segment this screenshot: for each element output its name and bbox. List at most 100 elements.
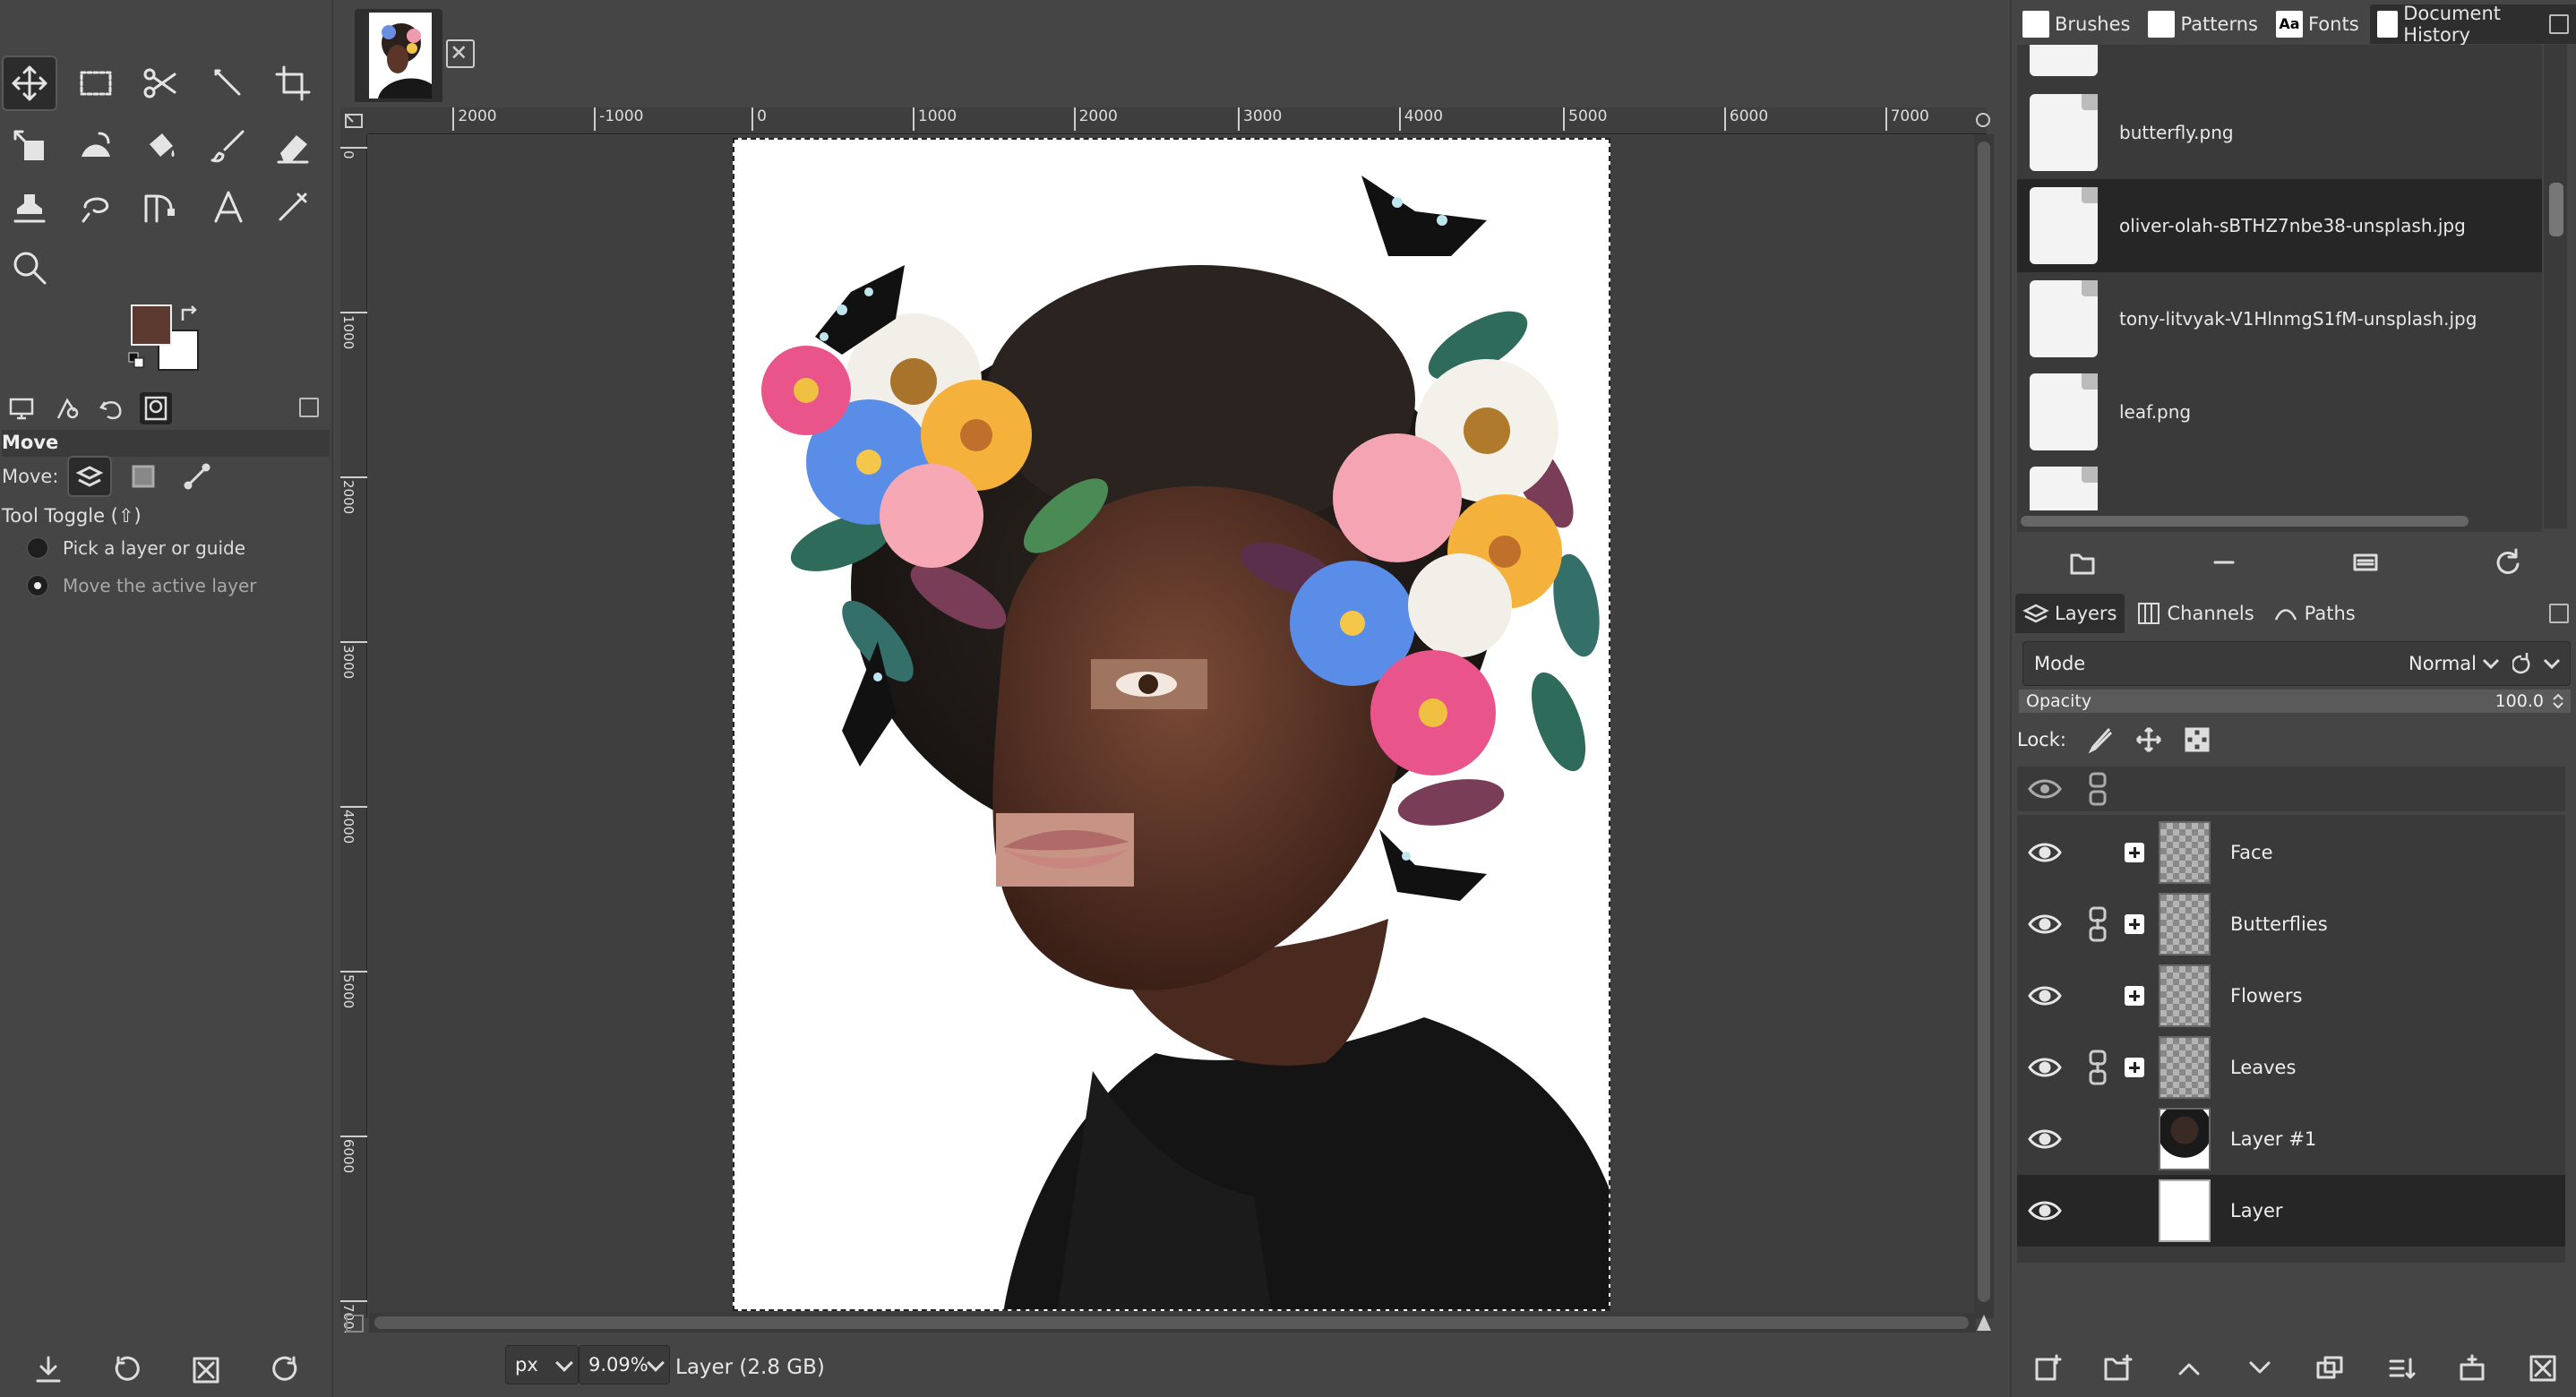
restore-options-icon[interactable]	[111, 1354, 143, 1386]
image-canvas[interactable]	[733, 138, 1610, 1311]
vertical-scrollbar[interactable]	[1974, 134, 1994, 1318]
fuzzy-select-tool-button[interactable]	[201, 56, 256, 111]
layer-mode-select[interactable]: Mode Normal	[2022, 641, 2571, 686]
open-image-icon[interactable]	[2066, 546, 2099, 579]
tab-tool-options[interactable]	[5, 392, 38, 424]
horizontal-ruler[interactable]: 2000 -1000 0 1000 2000 3000 4000 5000 6000 7000	[367, 107, 1987, 134]
vertical-scroll-thumb[interactable]	[1978, 141, 1990, 1302]
new-layer-icon[interactable]	[2031, 1352, 2064, 1384]
layer-mask-icon[interactable]	[2456, 1352, 2488, 1384]
horizontal-scroll-thumb[interactable]	[374, 1316, 1969, 1329]
layer-name[interactable]: Butterflies	[2230, 913, 2328, 935]
duplicate-layer-icon[interactable]	[2314, 1352, 2347, 1384]
move-selection-mode-button[interactable]	[121, 456, 166, 497]
layers-dock-menu-button[interactable]	[2549, 604, 2569, 623]
quick-mask-toggle[interactable]	[346, 1315, 364, 1333]
composite-mode-icon[interactable]	[2512, 649, 2566, 678]
zoom-tool-button[interactable]	[2, 240, 57, 296]
expand-group-icon[interactable]	[2125, 843, 2144, 862]
radio-move-active-layer[interactable]: Move the active layer	[27, 575, 257, 596]
layer-name[interactable]: Flowers	[2230, 985, 2302, 1007]
layer-name[interactable]: Layer #1	[2230, 1128, 2316, 1150]
zoom-fit-icon[interactable]	[1974, 111, 1994, 131]
paintbrush-tool-button[interactable]	[201, 118, 256, 174]
layer-name[interactable]: Leaves	[2230, 1057, 2296, 1078]
ruler-corner-button[interactable]	[340, 107, 367, 134]
eye-icon[interactable]	[2026, 977, 2064, 1015]
rect-select-tool-button[interactable]	[68, 56, 124, 111]
navigate-icon[interactable]	[1974, 1313, 1994, 1333]
list-item[interactable]: oliver-olah-sBTHZ7nbe38-unsplash.jpg	[2017, 179, 2542, 272]
radio-move-active-layer-dot[interactable]	[27, 575, 48, 596]
list-item[interactable]: leaf.png	[2017, 365, 2542, 459]
tab-paths[interactable]: Paths	[2265, 594, 2363, 633]
radio-pick-layer[interactable]: Pick a layer or guide	[27, 537, 245, 559]
layer-row[interactable]: Layer	[2017, 1175, 2565, 1247]
opacity-slider[interactable]: Opacity 100.0	[2019, 690, 2571, 713]
delete-options-icon[interactable]	[190, 1354, 222, 1386]
layer-row[interactable]: Butterflies	[2017, 888, 2565, 960]
spin-arrows-icon[interactable]	[2551, 693, 2565, 709]
unit-select[interactable]: px	[505, 1345, 579, 1384]
top-dock-menu-button[interactable]	[2549, 14, 2569, 34]
swap-colors-icon[interactable]	[179, 304, 201, 324]
tab-undo-history[interactable]	[95, 392, 127, 424]
default-colors-icon[interactable]	[127, 351, 147, 371]
expand-group-icon[interactable]	[2125, 914, 2144, 934]
layer-row[interactable]: Face	[2017, 817, 2565, 888]
tab-patterns[interactable]: Patterns	[2141, 4, 2265, 44]
eye-icon[interactable]	[2026, 1049, 2064, 1086]
tab-channels[interactable]: Channels	[2128, 594, 2262, 633]
eye-icon[interactable]	[2026, 1120, 2064, 1158]
list-item[interactable]	[2017, 459, 2542, 510]
paths-tool-button[interactable]	[133, 179, 188, 235]
reset-options-icon[interactable]	[269, 1354, 301, 1386]
refresh-icon[interactable]	[2491, 546, 2523, 579]
layer-name[interactable]: Layer	[2230, 1200, 2283, 1221]
tab-device-status[interactable]	[50, 392, 82, 424]
new-layer-group-icon[interactable]	[2102, 1352, 2134, 1384]
lock-pixels-icon[interactable]	[2086, 725, 2115, 754]
clone-tool-button[interactable]	[2, 179, 57, 235]
link-header-chain-icon[interactable]	[2087, 772, 2108, 806]
clear-history-icon[interactable]	[2349, 546, 2382, 579]
horizontal-scrollbar[interactable]	[369, 1313, 1976, 1333]
move-layer-mode-button[interactable]	[67, 456, 113, 497]
zoom-select[interactable]: 9.09%	[579, 1345, 670, 1384]
text-tool-button[interactable]	[201, 179, 256, 235]
tab-images[interactable]	[140, 392, 172, 424]
list-item[interactable]: tony-litvyak-V1HlnmgS1fM-unsplash.jpg	[2017, 272, 2542, 365]
expand-group-icon[interactable]	[2125, 1058, 2144, 1077]
eraser-tool-button[interactable]	[265, 118, 321, 174]
delete-layer-icon[interactable]	[2527, 1352, 2559, 1384]
lower-layer-icon[interactable]	[2244, 1352, 2276, 1384]
vertical-ruler[interactable]: 0 1000 2000 3000 4000 5000 6000 7000	[340, 134, 367, 1338]
crop-tool-button[interactable]	[265, 56, 321, 111]
tab-brushes[interactable]: Brushes	[2015, 4, 2137, 44]
merge-layer-icon[interactable]	[2385, 1352, 2417, 1384]
eye-icon[interactable]	[2026, 834, 2064, 871]
history-horizontal-scrollbar[interactable]	[2017, 510, 2542, 532]
layer-name[interactable]: Face	[2230, 842, 2273, 863]
raise-layer-icon[interactable]	[2173, 1352, 2205, 1384]
scissors-select-tool-button[interactable]	[133, 56, 188, 111]
save-options-icon[interactable]	[32, 1354, 64, 1386]
warp-tool-button[interactable]	[68, 118, 124, 174]
move-path-mode-button[interactable]	[175, 456, 219, 497]
chain-link-icon[interactable]	[2087, 906, 2108, 942]
move-tool-button[interactable]	[2, 56, 57, 111]
tab-layers[interactable]: Layers	[2015, 594, 2125, 633]
history-vertical-scrollbar[interactable]	[2544, 45, 2567, 528]
color-picker-tool-button[interactable]	[265, 179, 321, 235]
close-image-tab-button[interactable]	[446, 39, 475, 68]
history-hscroll-thumb[interactable]	[2021, 516, 2469, 527]
lock-position-icon[interactable]	[2134, 725, 2163, 754]
remove-entry-icon[interactable]	[2208, 546, 2240, 579]
image-tab[interactable]	[355, 9, 442, 102]
layer-row[interactable]: Flowers	[2017, 960, 2565, 1032]
chain-link-icon[interactable]	[2087, 1050, 2108, 1085]
smudge-tool-button[interactable]	[68, 179, 124, 235]
expand-group-icon[interactable]	[2125, 986, 2144, 1006]
radio-pick-layer-dot[interactable]	[27, 537, 48, 559]
layer-row[interactable]: Leaves	[2017, 1032, 2565, 1103]
